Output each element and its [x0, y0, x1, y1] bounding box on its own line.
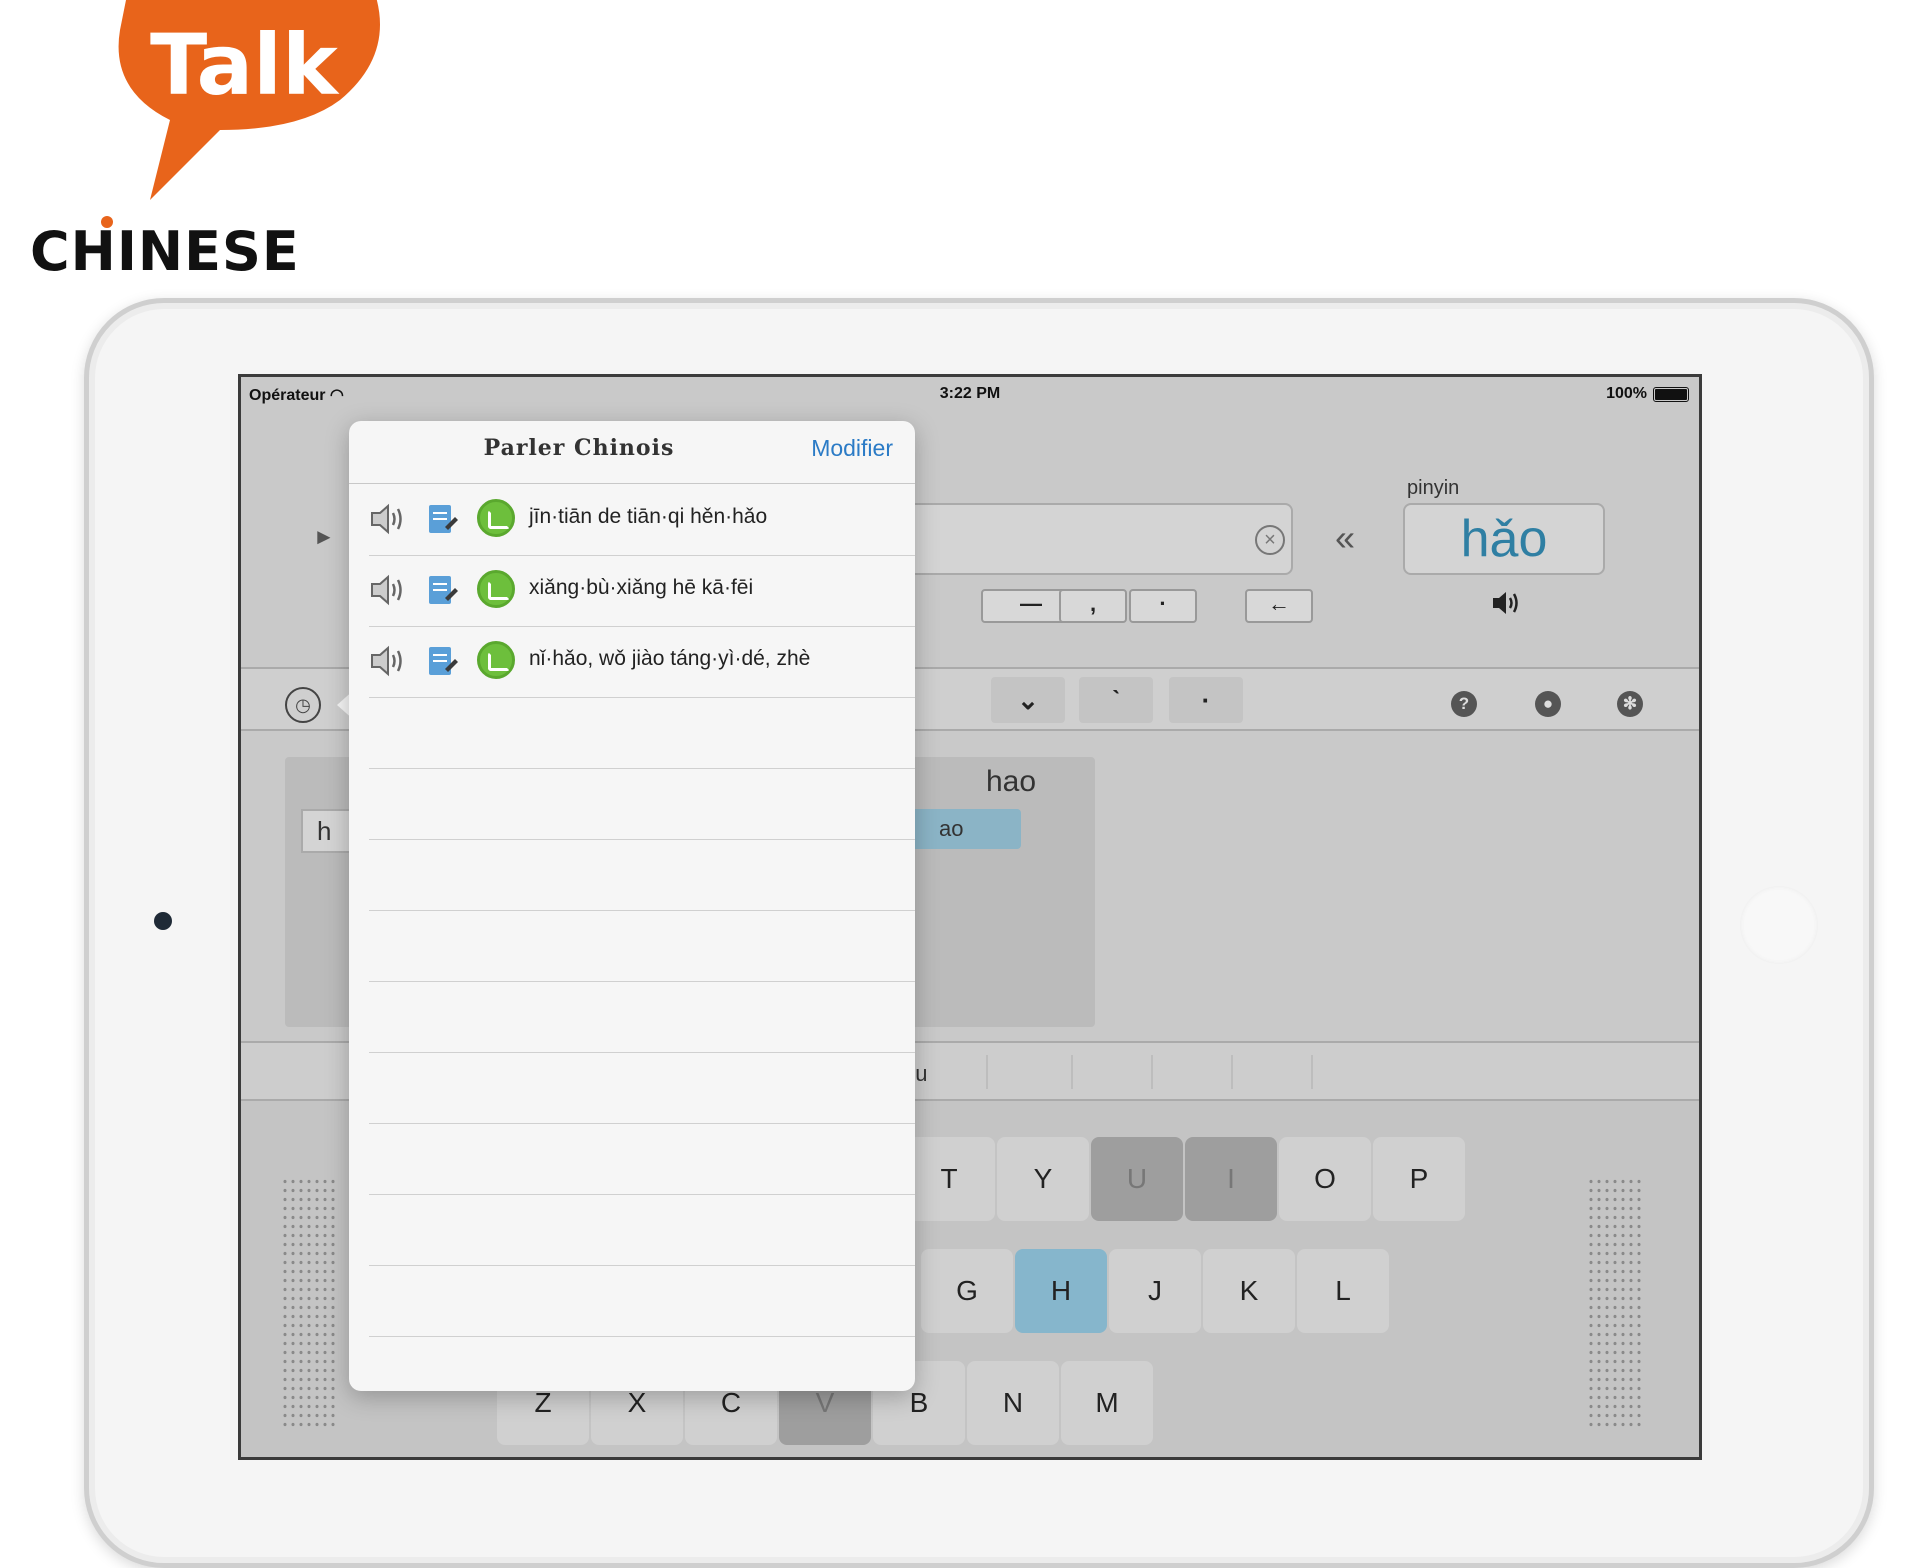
edit-note-icon[interactable] [427, 501, 459, 535]
speaker-icon[interactable] [369, 501, 409, 537]
edit-note-icon[interactable] [427, 643, 459, 677]
key-t[interactable]: T [903, 1137, 995, 1221]
key-o[interactable]: O [1279, 1137, 1371, 1221]
key-m[interactable]: M [1061, 1361, 1153, 1445]
share-icon[interactable] [477, 499, 515, 537]
tone-3-button[interactable]: ⌄ [991, 677, 1065, 723]
edit-note-icon[interactable] [427, 572, 459, 606]
pinyin-display[interactable]: hǎo [1403, 503, 1605, 575]
phrase-text: xiǎng·bù·xiǎng hē kā·fēi [529, 576, 754, 599]
speaker-icon[interactable] [1491, 589, 1523, 617]
status-time: 3:22 PM [939, 385, 1001, 402]
logo-dot [101, 216, 113, 228]
app-screen: Opérateur ◠ 3:22 PM 100% ► × « pinyin hǎ… [238, 374, 1702, 1460]
speaker-grille-left [281, 1177, 335, 1427]
user-icon[interactable]: ● [1535, 691, 1561, 717]
share-icon[interactable] [477, 641, 515, 679]
backspace-button[interactable]: ← [1245, 589, 1313, 623]
history-popover: Parler Chinois Modifier jīn·tiān de tiān… [349, 421, 915, 1391]
key-i[interactable]: I [1185, 1137, 1277, 1221]
divider [349, 483, 915, 484]
empty-row [369, 698, 915, 769]
pinyin-label: pinyin [1407, 477, 1460, 499]
key-j[interactable]: J [1109, 1249, 1201, 1333]
phrase-row[interactable]: jīn·tiān de tiān·qi hěn·hǎo [369, 485, 915, 556]
speaker-icon[interactable] [369, 643, 409, 679]
tone-4-button[interactable]: ˋ [1079, 677, 1153, 723]
play-icon[interactable]: ► [313, 524, 335, 550]
help-icon[interactable]: ? [1451, 691, 1477, 717]
key-y[interactable]: Y [997, 1137, 1089, 1221]
home-button[interactable] [1740, 886, 1818, 964]
suggestion-divider [986, 1055, 988, 1089]
empty-row [369, 911, 915, 982]
phrase-row[interactable]: xiǎng·bù·xiǎng hē kā·fēi [369, 556, 915, 627]
empty-row [369, 982, 915, 1053]
suggestion-divider [1231, 1055, 1233, 1089]
gear-icon[interactable]: ✻ [1617, 691, 1643, 717]
camera-icon [154, 912, 172, 930]
history-clock-icon[interactable]: ◷ [285, 687, 321, 723]
candidate-title: hao [985, 765, 1037, 798]
key-k[interactable]: K [1203, 1249, 1295, 1333]
neutral-tone-button[interactable]: · [1169, 677, 1243, 723]
speaker-icon[interactable] [369, 572, 409, 608]
speaker-grille-right [1587, 1177, 1641, 1427]
suggestion-divider [1071, 1055, 1073, 1089]
empty-row [369, 840, 915, 911]
empty-row [369, 1266, 915, 1337]
key-p[interactable]: P [1373, 1137, 1465, 1221]
battery-icon [1653, 387, 1689, 402]
logo-chinese-text: CHINESE [30, 220, 300, 283]
empty-row [369, 1124, 915, 1195]
double-chevron-left-icon[interactable]: « [1335, 517, 1355, 559]
key-l[interactable]: L [1297, 1249, 1389, 1333]
text-input-field[interactable] [901, 503, 1293, 575]
battery-percent: 100% [1606, 385, 1647, 402]
empty-row [369, 769, 915, 840]
suggestion-divider [1151, 1055, 1153, 1089]
key-n[interactable]: N [967, 1361, 1059, 1445]
empty-row [369, 1053, 915, 1124]
logo-talk-text: Talk [150, 16, 338, 114]
suggestion-divider [1311, 1055, 1313, 1089]
phrase-row[interactable]: nǐ·hǎo, wǒ jiào táng·yì·dé, zhè [369, 627, 915, 698]
phrase-text: nǐ·hǎo, wǒ jiào táng·yì·dé, zhè [529, 647, 811, 670]
key-u[interactable]: U [1091, 1137, 1183, 1221]
edit-button[interactable]: Modifier [811, 435, 893, 462]
empty-row [369, 1195, 915, 1266]
key-g[interactable]: G [921, 1249, 1013, 1333]
comma-button[interactable]: , [1059, 589, 1127, 623]
clear-icon[interactable]: × [1255, 525, 1285, 555]
popover-title: Parler Chinois [483, 435, 675, 461]
share-icon[interactable] [477, 570, 515, 608]
dot-button[interactable]: · [1129, 589, 1197, 623]
phrase-text: jīn·tiān de tiān·qi hěn·hǎo [529, 505, 768, 528]
key-h[interactable]: H [1015, 1249, 1107, 1333]
